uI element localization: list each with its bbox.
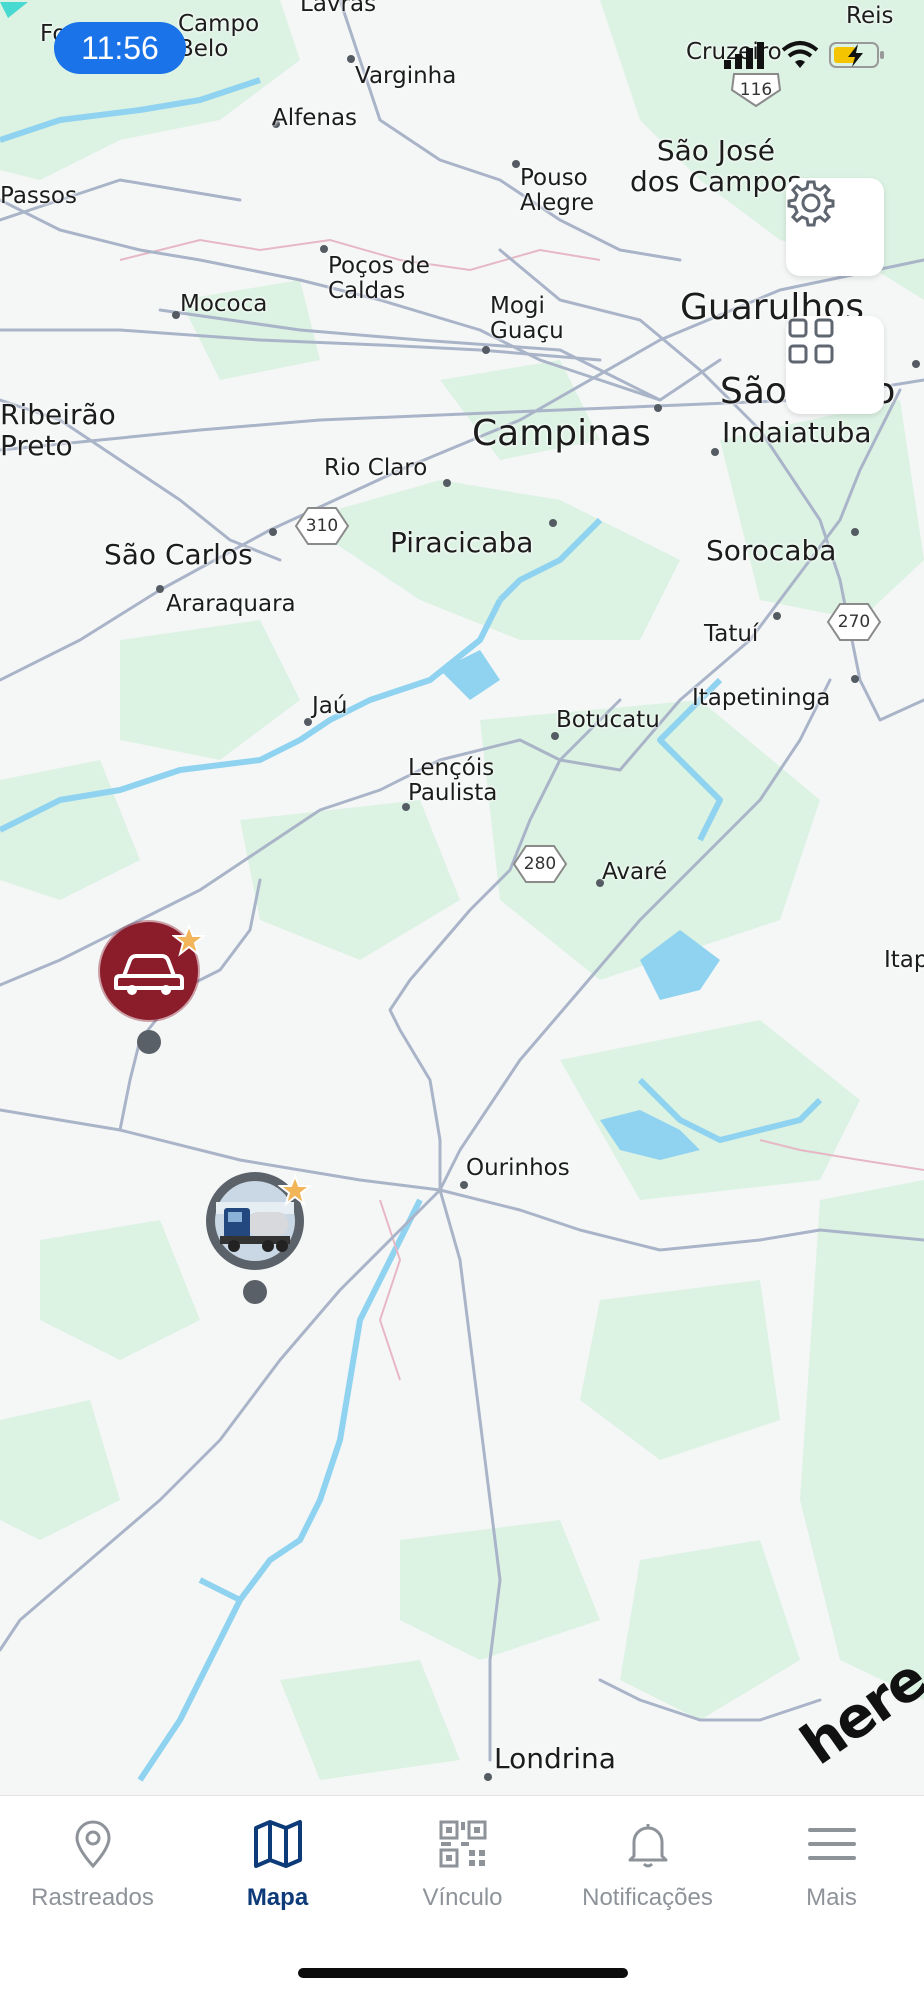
city-dot	[851, 528, 859, 536]
city-label-botucatu: Botucatu	[556, 707, 660, 733]
highway-shield-280-label: 280	[523, 854, 557, 874]
status-bar-time: 11:56	[54, 22, 186, 74]
city-label-ourinhos: Ourinhos	[466, 1155, 570, 1181]
highway-shield-310: 310	[294, 506, 350, 546]
map-base	[0, 0, 924, 1795]
highway-shield-270-label: 270	[837, 612, 871, 632]
city-label-lavras: Lavras	[300, 0, 377, 17]
city-dot	[512, 160, 520, 168]
city-dot	[156, 585, 164, 593]
city-label-mococa: Mococa	[180, 291, 268, 317]
city-dot	[654, 404, 662, 412]
location-pin-icon	[74, 1820, 111, 1869]
city-label-varginha: Varginha	[355, 63, 457, 89]
city-label-londrina: Londrina	[494, 1742, 616, 1775]
city-dot	[320, 245, 328, 253]
highway-shield-270: 270	[826, 602, 882, 642]
highway-shield-116: 116	[728, 70, 784, 110]
city-dot	[482, 346, 490, 354]
city-label-reis: Reis	[846, 3, 894, 29]
tab-vinculo[interactable]: Vínculo	[370, 1796, 555, 1936]
city-label-sao-carlos: São Carlos	[104, 538, 253, 571]
tab-mais-label: Mais	[806, 1884, 857, 1911]
vehicle-marker-car-location-dot	[137, 1030, 161, 1054]
city-label-campinas: Campinas	[472, 413, 651, 454]
tab-mapa-label: Mapa	[246, 1884, 309, 1911]
gear-icon	[787, 180, 835, 227]
city-label-campo-belo: Campo Belo	[178, 11, 260, 63]
battery-charging-icon	[829, 42, 884, 68]
city-dot	[304, 718, 312, 726]
city-label-passos: Passos	[0, 183, 77, 209]
grid-button[interactable]	[786, 316, 884, 414]
tab-vinculo-label: Vínculo	[422, 1884, 503, 1911]
city-dot	[484, 1773, 492, 1781]
city-dot	[711, 448, 719, 456]
tab-rastreados-label: Rastreados	[31, 1884, 154, 1911]
favorite-star-icon	[172, 924, 206, 957]
tab-notificacoes-label: Notificações	[582, 1884, 713, 1911]
city-label-sao-jose: São José dos Campos	[630, 134, 802, 198]
city-label-pouso-alegre: Pouso Alegre	[520, 165, 594, 217]
city-dot	[912, 360, 920, 368]
city-label-itap: Itap	[884, 947, 924, 973]
city-label-rio-claro: Rio Claro	[324, 455, 428, 481]
city-dot	[269, 528, 277, 536]
city-dot	[549, 519, 557, 527]
map-icon	[253, 1820, 302, 1868]
tab-rastreados[interactable]: Rastreados	[0, 1796, 185, 1936]
tab-mapa[interactable]: Mapa	[185, 1796, 370, 1936]
signal-icon	[724, 42, 764, 69]
settings-button[interactable]	[786, 178, 884, 276]
tab-mais[interactable]: Mais	[739, 1796, 924, 1936]
here-logo-accent	[0, 2, 28, 18]
city-label-lencois: Lençóis Paulista	[408, 755, 498, 807]
city-label-mogi: Mogi Guaçu	[490, 293, 564, 345]
city-dot	[460, 1181, 468, 1189]
city-label-indaiatuba: Indaiatuba	[722, 416, 872, 449]
city-label-avare: Avaré	[602, 859, 668, 885]
city-label-piracicaba: Piracicaba	[390, 526, 534, 559]
bell-icon	[628, 1824, 667, 1868]
vehicle-marker-truck-location-dot	[243, 1280, 267, 1304]
city-label-sorocaba: Sorocaba	[706, 534, 837, 567]
favorite-star-icon	[278, 1174, 312, 1207]
city-label-ribeirao: Ribeirão Preto	[0, 398, 116, 462]
menu-icon	[807, 1828, 856, 1860]
city-label-tatui: Tatuí	[704, 621, 759, 647]
home-indicator	[298, 1968, 628, 1978]
city-dot	[443, 479, 451, 487]
map-view[interactable]: Lavras Reis Campo Belo Fo Cruzeiro Vargi…	[0, 0, 924, 1795]
city-label-araraquara: Araraquara	[166, 591, 296, 617]
grid-icon	[788, 318, 834, 364]
city-label-alfenas: Alfenas	[272, 105, 358, 131]
wifi-icon	[781, 41, 819, 68]
city-label-itapetininga: Itapetininga	[692, 685, 831, 711]
city-dot	[347, 55, 355, 63]
city-dot	[851, 675, 859, 683]
city-label-jau: Jaú	[312, 693, 348, 719]
highway-shield-310-label: 310	[305, 516, 339, 536]
city-dot	[172, 311, 180, 319]
highway-shield-280: 280	[512, 844, 568, 884]
qr-code-icon	[439, 1820, 486, 1868]
city-label-pocos: Poços de Caldas	[328, 253, 430, 305]
highway-shield-116-label: 116	[739, 80, 773, 100]
city-dot	[773, 612, 781, 620]
tab-notificacoes[interactable]: Notificações	[555, 1796, 740, 1936]
